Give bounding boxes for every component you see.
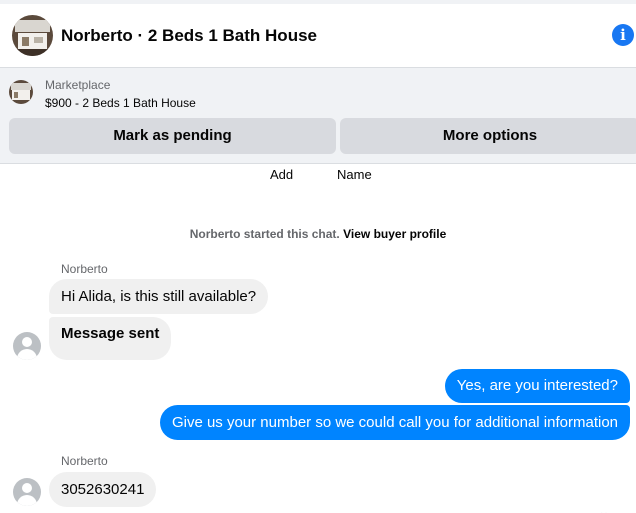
read-receipt-icon: ·· — [600, 508, 609, 513]
user-avatar-icon[interactable] — [13, 332, 41, 360]
add-action[interactable]: Add — [270, 167, 293, 182]
user-avatar-icon[interactable] — [13, 478, 41, 506]
chat-title: Norberto · 2 Beds 1 Bath House — [61, 26, 317, 45]
message-bubble: Yes, are you interested? — [444, 369, 630, 403]
message-bubble: Give us your number so we could call you… — [159, 405, 630, 440]
chat-started-notice: Norberto started this chat. View buyer p… — [0, 227, 636, 241]
message-bubble: 3052630241 — [49, 472, 157, 507]
listing-thumbnail[interactable] — [9, 80, 33, 104]
marketplace-listing-panel: Marketplace $900 - 2 Beds 1 Bath House M… — [0, 68, 636, 164]
listing-description[interactable]: $900 - 2 Beds 1 Bath House — [45, 96, 196, 110]
name-action[interactable]: Name — [337, 167, 372, 182]
chat-header: Norberto · 2 Beds 1 Bath House i — [0, 4, 636, 68]
chat-started-text: Norberto started this chat. — [189, 227, 340, 241]
more-options-button[interactable]: More options — [340, 118, 636, 154]
message-bubble: Message sent — [49, 317, 172, 360]
marketplace-label: Marketplace — [45, 78, 111, 92]
view-buyer-profile-link[interactable]: View buyer profile — [343, 227, 446, 241]
mark-as-pending-button[interactable]: Mark as pending — [9, 118, 336, 154]
sender-name: Norberto — [61, 454, 108, 468]
info-icon[interactable]: i — [612, 24, 634, 46]
sender-name: Norberto — [61, 262, 108, 276]
listing-avatar[interactable] — [12, 15, 53, 56]
message-bubble: Hi Alida, is this still available? — [49, 279, 269, 314]
